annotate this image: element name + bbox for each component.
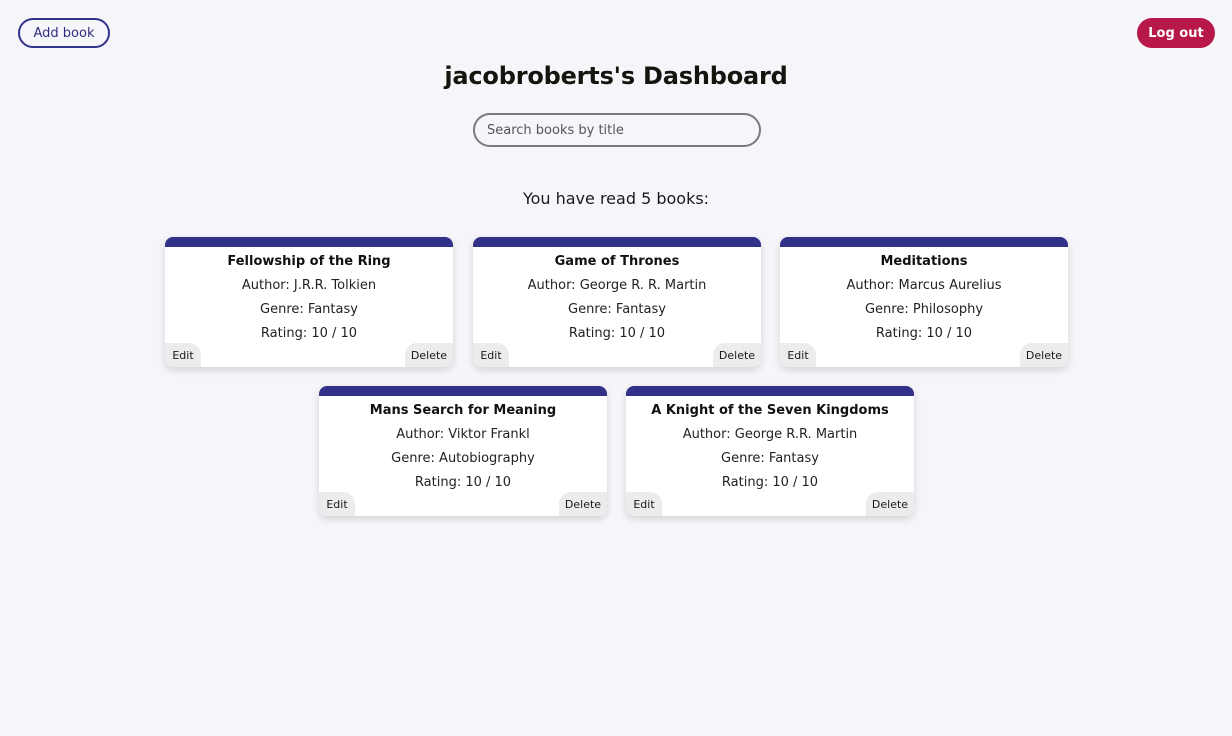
edit-button[interactable]: Edit	[165, 343, 201, 367]
book-rating: Rating: 10 / 10	[260, 326, 358, 341]
delete-button[interactable]: Delete	[866, 492, 914, 516]
book-title: A Knight of the Seven Kingdoms	[651, 403, 889, 418]
book-author: Author: George R.R. Martin	[682, 427, 858, 442]
book-author: Author: J.R.R. Tolkien	[241, 278, 377, 293]
search-input[interactable]	[473, 113, 761, 147]
card-accent-bar	[319, 386, 607, 396]
book-genre: Genre: Fantasy	[260, 302, 358, 317]
card-accent-bar	[473, 237, 761, 247]
book-card: Meditations Author: Marcus Aurelius Genr…	[780, 237, 1068, 367]
book-rating: Rating: 10 / 10	[414, 475, 512, 490]
edit-button[interactable]: Edit	[780, 343, 816, 367]
books-read-summary: You have read 5 books:	[522, 189, 710, 208]
logout-button[interactable]: Log out	[1137, 18, 1215, 48]
delete-button[interactable]: Delete	[1020, 343, 1068, 367]
delete-button[interactable]: Delete	[559, 492, 607, 516]
book-card: Game of Thrones Author: George R. R. Mar…	[473, 237, 761, 367]
book-author: Author: Viktor Frankl	[396, 427, 530, 442]
card-accent-bar	[626, 386, 914, 396]
book-rating: Rating: 10 / 10	[875, 326, 973, 341]
delete-button[interactable]: Delete	[713, 343, 761, 367]
book-title: Meditations	[880, 254, 968, 269]
book-card: A Knight of the Seven Kingdoms Author: G…	[626, 386, 914, 516]
book-genre: Genre: Fantasy	[721, 451, 819, 466]
add-book-button[interactable]: Add book	[18, 18, 110, 48]
dashboard-page: Add book Log out jacobroberts's Dashboar…	[0, 0, 1232, 736]
book-genre: Genre: Fantasy	[568, 302, 666, 317]
book-card: Mans Search for Meaning Author: Viktor F…	[319, 386, 607, 516]
book-title: Fellowship of the Ring	[227, 254, 391, 269]
card-accent-bar	[165, 237, 453, 247]
book-author: Author: Marcus Aurelius	[846, 278, 1002, 293]
book-card: Fellowship of the Ring Author: J.R.R. To…	[165, 237, 453, 367]
book-author: Author: George R. R. Martin	[527, 278, 707, 293]
book-rating: Rating: 10 / 10	[568, 326, 666, 341]
edit-button[interactable]: Edit	[473, 343, 509, 367]
book-title: Game of Thrones	[554, 254, 680, 269]
card-accent-bar	[780, 237, 1068, 247]
book-rating: Rating: 10 / 10	[721, 475, 819, 490]
book-genre: Genre: Philosophy	[864, 302, 984, 317]
edit-button[interactable]: Edit	[319, 492, 355, 516]
book-genre: Genre: Autobiography	[391, 451, 535, 466]
page-title: jacobroberts's Dashboard	[444, 62, 788, 90]
edit-button[interactable]: Edit	[626, 492, 662, 516]
book-title: Mans Search for Meaning	[369, 403, 557, 418]
delete-button[interactable]: Delete	[405, 343, 453, 367]
